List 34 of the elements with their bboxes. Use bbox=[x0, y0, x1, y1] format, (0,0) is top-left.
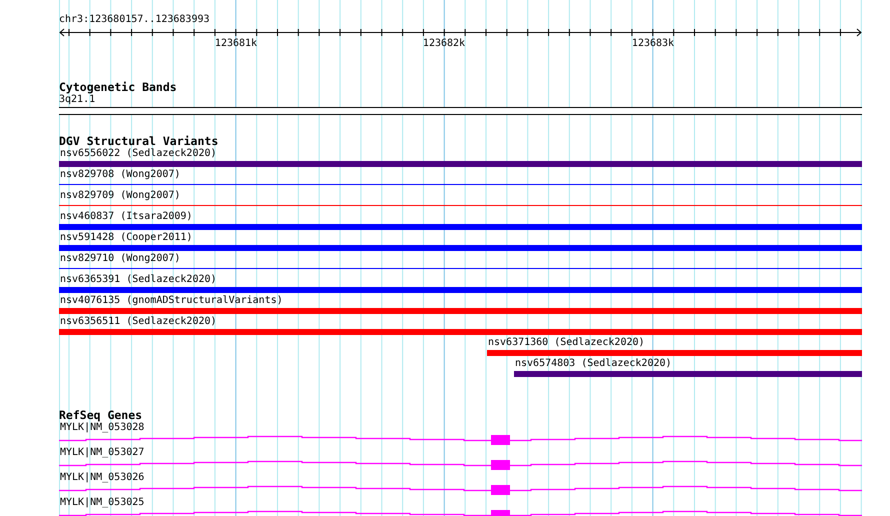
range-label: chr3:123680157..123683993 bbox=[59, 14, 210, 26]
variant-bar[interactable] bbox=[59, 161, 862, 167]
variant-label: nsv829709 (Wong2007) bbox=[59, 190, 180, 202]
variant-line[interactable] bbox=[59, 205, 862, 206]
gene-label: MYLK|NM_053027 bbox=[59, 447, 144, 459]
variant-label: nsv460837 (Itsara2009) bbox=[59, 211, 192, 223]
variant-label: nsv6365391 (Sedlazeck2020) bbox=[59, 274, 217, 286]
variant-bar[interactable] bbox=[514, 371, 862, 377]
gene-label: MYLK|NM_053026 bbox=[59, 472, 144, 484]
ruler-tick-label: 123682k bbox=[422, 38, 466, 50]
variant-label: nsv591428 (Cooper2011) bbox=[59, 232, 192, 244]
variant-bar[interactable] bbox=[59, 224, 862, 230]
ruler-tick-label: 123683k bbox=[632, 38, 674, 50]
variant-line[interactable] bbox=[59, 184, 862, 185]
variant-bar[interactable] bbox=[59, 245, 862, 251]
variant-bar[interactable] bbox=[59, 329, 862, 335]
variant-label: nsv829708 (Wong2007) bbox=[59, 169, 180, 181]
ruler-tick-label: 123681k bbox=[214, 38, 258, 50]
gene-label: MYLK|NM_053025 bbox=[59, 497, 144, 509]
variant-label: nsv6371360 (Sedlazeck2020) bbox=[487, 337, 645, 349]
track-title: Cytogenetic Bands bbox=[59, 81, 177, 94]
gene-label: MYLK|NM_053028 bbox=[59, 422, 144, 434]
variant-bar[interactable] bbox=[59, 308, 862, 314]
track-title: DGV Structural Variants bbox=[59, 135, 218, 148]
variant-bar[interactable] bbox=[59, 287, 862, 293]
band-label: 3q21.1 bbox=[59, 94, 96, 106]
variant-label: nsv4076135 (gnomADStructuralVariants) bbox=[59, 295, 283, 307]
variant-label: nsv6556022 (Sedlazeck2020) bbox=[59, 148, 217, 160]
variant-label: nsv6356511 (Sedlazeck2020) bbox=[59, 316, 217, 328]
track-title: RefSeq Genes bbox=[59, 409, 142, 422]
variant-bar[interactable] bbox=[487, 350, 862, 356]
variant-label: nsv829710 (Wong2007) bbox=[59, 253, 180, 265]
variant-label: nsv6574803 (Sedlazeck2020) bbox=[514, 358, 672, 370]
variant-line[interactable] bbox=[59, 268, 862, 269]
